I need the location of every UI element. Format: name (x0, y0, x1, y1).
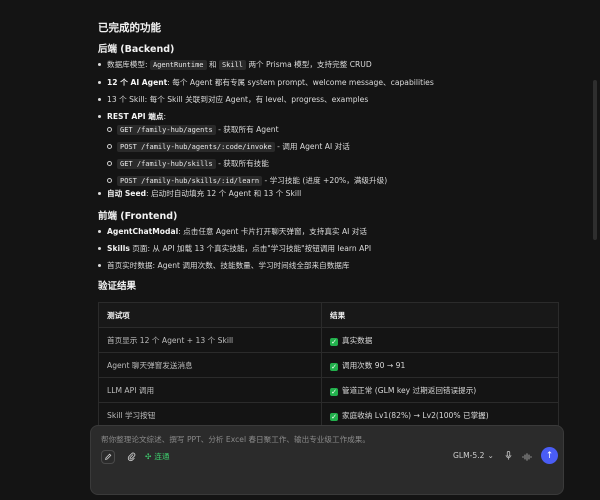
list-item: AgentChatModal: 点击任意 Agent 卡片打开聊天弹窗，支持真实… (97, 226, 567, 237)
model-selector[interactable]: GLM-5.2 ⌄ (453, 451, 494, 460)
column-header: 结果 (321, 302, 559, 328)
pencil-icon (105, 453, 112, 460)
checkmark-icon: ✓ (330, 387, 338, 396)
backend-section: 后端 (Backend) (98, 41, 174, 55)
message-composer: ✣ 连通 GLM-5.2 ⌄ ↑ (90, 425, 564, 495)
endpoint-item: GET /family-hub/skills - 获取所有技能 (97, 158, 567, 170)
table-cell: Skill 学习按钮 (98, 402, 322, 428)
table-cell: LLM API 调用 (98, 377, 322, 403)
seed-list: 自动 Seed: 启动时自动填充 12 个 Agent 和 13 个 Skill (97, 188, 567, 199)
frontend-heading: 前端 (Frontend) (98, 211, 178, 222)
list-item: 数据库模型: AgentRuntime 和 Skill 两个 Prisma 模型… (97, 59, 567, 71)
frontend-list: AgentChatModal: 点击任意 Agent 卡片打开聊天弹窗，支持真实… (97, 226, 567, 271)
column-header: 测试项 (98, 302, 322, 328)
table-header-row: 测试项 结果 (98, 302, 559, 328)
scrollbar[interactable] (593, 0, 598, 500)
endpoint-item: POST /family-hub/skills/:id/learn - 学习技能… (97, 175, 567, 187)
verify-heading: 验证结果 (98, 281, 137, 292)
endpoint-item: POST /family-hub/agents/:code/invoke - 调… (97, 141, 567, 153)
microphone-icon[interactable] (505, 451, 512, 462)
scrollbar-thumb[interactable] (593, 80, 597, 240)
table-cell: ✓ 真实数据 (321, 327, 559, 353)
endpoint-item: GET /family-hub/agents - 获取所有 Agent (97, 124, 567, 136)
list-item: 自动 Seed: 启动时自动填充 12 个 Agent 和 13 个 Skill (97, 188, 567, 199)
chevron-down-icon: ⌄ (487, 451, 494, 460)
results-table: 测试项 结果 首页显示 12 个 Agent + 13 个 Skill ✓ 真实数… (98, 302, 559, 428)
table-cell: ✓ 管道正常 (GLM key 过期返回错误提示) (321, 377, 559, 403)
chat-page: 已完成的功能 后端 (Backend) 数据库模型: AgentRuntime … (0, 0, 600, 500)
table-cell: Agent 聊天弹窗发送消息 (98, 352, 322, 378)
checkmark-icon: ✓ (330, 362, 338, 371)
audio-wave-icon[interactable] (519, 449, 535, 465)
table-row: Skill 学习按钮 ✓ 家庭收纳 Lv1(82%) → Lv2(100% 已掌握… (98, 402, 559, 428)
table-cell: ✓ 家庭收纳 Lv1(82%) → Lv2(100% 已掌握) (321, 402, 559, 428)
table-cell: 首页显示 12 个 Agent + 13 个 Skill (98, 327, 322, 353)
table-row: 首页显示 12 个 Agent + 13 个 Skill ✓ 真实数据 (98, 327, 559, 353)
backend-list: 数据库模型: AgentRuntime 和 Skill 两个 Prisma 模型… (97, 59, 567, 127)
list-item: 12 个 AI Agent: 每个 Agent 都有专属 system prom… (97, 77, 567, 88)
completed-title: 已完成的功能 (98, 22, 161, 34)
list-item: 13 个 Skill: 每个 Skill 关联到对应 Agent，有 level… (97, 94, 567, 105)
table-cell: ✓ 调用次数 90 → 91 (321, 352, 559, 378)
send-button[interactable]: ↑ (541, 447, 558, 464)
attach-icon[interactable] (123, 449, 139, 465)
list-item: 首页实时数据: Agent 调用次数、技能数量、学习时间线全部来自数据库 (97, 260, 567, 271)
checkmark-icon: ✓ (330, 412, 338, 421)
endpoint-list: GET /family-hub/agents - 获取所有 Agent POST… (97, 124, 567, 187)
list-item: Skills 页面: 从 API 加载 13 个真实技能，点击"学习技能"按钮调… (97, 243, 567, 254)
table-row: LLM API 调用 ✓ 管道正常 (GLM key 过期返回错误提示) (98, 377, 559, 403)
arrow-up-icon: ↑ (545, 450, 554, 461)
globe-icon: ✣ (145, 452, 152, 461)
backend-heading: 后端 (Backend) (98, 44, 175, 55)
list-item: REST API 端点: (97, 111, 567, 122)
table-row: Agent 聊天弹窗发送消息 ✓ 调用次数 90 → 91 (98, 352, 559, 378)
checkmark-icon: ✓ (330, 337, 338, 346)
edit-icon[interactable] (101, 450, 115, 464)
network-toggle[interactable]: ✣ 连通 (145, 451, 170, 462)
